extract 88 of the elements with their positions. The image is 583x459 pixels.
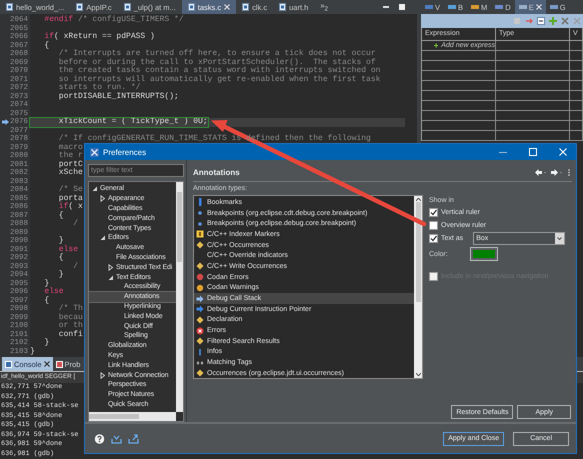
checkbox[interactable]	[429, 234, 438, 242]
c-file-icon	[6, 3, 13, 11]
diamond-icon	[196, 262, 204, 270]
collapse-icon[interactable]	[537, 17, 545, 25]
maximize-icon[interactable]	[529, 148, 537, 156]
view-icon	[448, 4, 456, 10]
dot-icon	[196, 220, 204, 228]
code-line: if( x	[58, 203, 83, 211]
error-dot-icon	[196, 273, 204, 282]
dialog-title: Preferences	[103, 148, 146, 156]
dot-icon	[196, 209, 204, 218]
diamond-icon	[196, 337, 204, 346]
code-line: macro	[58, 144, 83, 152]
error-icon	[196, 326, 204, 335]
code-line: else	[58, 246, 78, 254]
scroll-down-icon[interactable]	[416, 373, 420, 376]
code-line: }	[30, 348, 35, 356]
diamond-icon	[196, 241, 204, 250]
warning-dot-icon	[196, 284, 204, 292]
diamond-icon	[196, 316, 204, 324]
code-line: {	[43, 296, 50, 305]
collapsed-icon[interactable]	[99, 195, 106, 202]
scroll-up-icon[interactable]	[416, 198, 420, 201]
code-line: /	[72, 220, 78, 228]
code-line: #endif /* configUSE_TIMERS */	[43, 16, 184, 24]
code-line: the created tasks contain a status word with interrupts switched on	[58, 67, 380, 75]
tags-icon	[196, 358, 204, 367]
add-icon	[434, 42, 438, 49]
view-icon	[495, 4, 504, 10]
c-file-icon	[242, 3, 250, 11]
code-line: /* Se	[58, 186, 83, 194]
view-icon	[518, 4, 527, 10]
code-line: {	[43, 42, 50, 50]
checkbox[interactable]	[429, 208, 438, 216]
close-icon[interactable]	[44, 361, 50, 367]
caret-icon	[555, 232, 564, 244]
code-line: }	[58, 237, 64, 245]
code-line: }	[43, 339, 50, 348]
code-line: /* Interrupts are turned off here, to ensure a tick does not occur	[58, 50, 376, 58]
code-line: starts to run. */	[58, 84, 140, 92]
code-line: portDISABLE_INTERRUPTS();	[58, 92, 179, 101]
code-line: porta	[58, 194, 83, 202]
code-line: before or during the call to xPortStartScheduler(). The stacks of	[58, 58, 376, 66]
c-file-icon	[76, 3, 84, 11]
collapsed-icon[interactable]	[107, 264, 114, 271]
view-icon	[425, 4, 433, 10]
code-line: }	[58, 271, 64, 280]
forward-icon[interactable]	[551, 168, 563, 176]
expanded-icon[interactable]	[91, 185, 98, 192]
c-file-icon	[279, 3, 286, 11]
code-line: /	[72, 262, 78, 271]
expanded-icon[interactable]	[107, 274, 114, 281]
code-line: if( xReturn == pdPASS )	[43, 33, 155, 41]
code-line: }	[43, 280, 50, 288]
vertical-scrollbar[interactable]	[176, 182, 183, 412]
code-line: {	[58, 212, 64, 220]
help-icon[interactable]	[94, 434, 105, 444]
color-button[interactable]	[470, 247, 498, 261]
diamond-icon	[196, 369, 204, 378]
console-icon	[5, 360, 12, 368]
checkbox[interactable]	[429, 220, 438, 230]
c-file-icon	[188, 3, 195, 11]
code-line: /* Th	[58, 305, 83, 313]
problems-icon	[56, 360, 63, 368]
code-line: so interrupts will automatically get re-enabled when the first task	[58, 76, 380, 84]
marker-icon	[196, 230, 204, 238]
app-icon	[90, 148, 99, 156]
view-icon	[550, 4, 558, 10]
export-icon[interactable]	[128, 434, 139, 444]
code-line: becau	[58, 314, 83, 322]
c-file-icon	[124, 3, 131, 11]
code-line: portC	[58, 160, 83, 168]
code-line: else	[43, 288, 64, 296]
code-line: xSche	[58, 169, 83, 178]
import-icon[interactable]	[111, 434, 122, 444]
view-icon	[471, 4, 480, 10]
page-title: Annotations	[193, 168, 241, 176]
code-line: {	[58, 254, 64, 262]
vertical-scrollbar[interactable]	[414, 196, 422, 378]
code-line: confi	[58, 330, 83, 339]
collapsed-icon[interactable]	[99, 372, 106, 379]
horizontal-scrollbar[interactable]	[89, 412, 176, 421]
expanded-icon[interactable]	[99, 234, 106, 242]
back-icon[interactable]	[535, 168, 547, 176]
bookmark-icon	[196, 198, 204, 206]
code-line: the r	[58, 152, 83, 160]
code-line: or th	[58, 322, 83, 330]
info-icon	[196, 348, 204, 356]
